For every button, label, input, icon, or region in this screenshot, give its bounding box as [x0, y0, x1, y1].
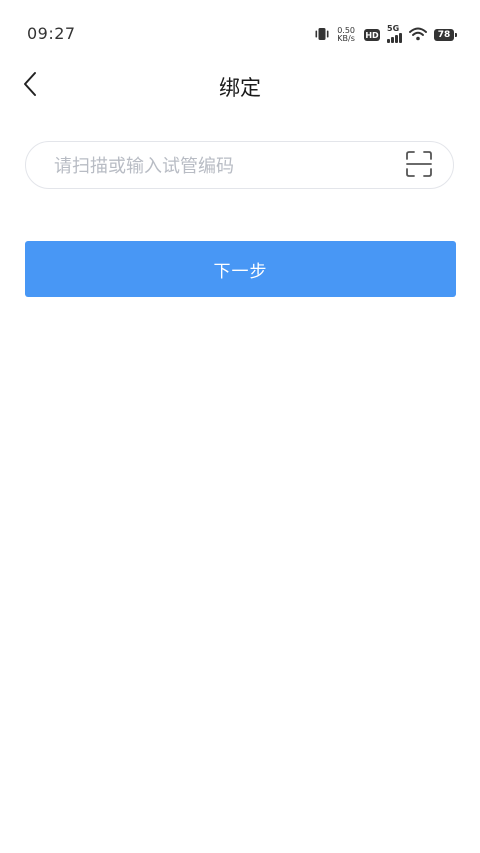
net-speed: 0.50 KB/s: [337, 27, 355, 43]
signal-bar: [395, 34, 398, 43]
vibrate-icon: [314, 26, 330, 45]
status-time: 09:27: [27, 24, 76, 43]
nav-bar: 绑定: [0, 62, 480, 110]
scan-button[interactable]: [405, 151, 433, 181]
net-speed-unit: KB/s: [337, 34, 355, 43]
tube-code-field: [25, 141, 454, 190]
page-title: 绑定: [219, 76, 261, 100]
status-bar: 09:27 0.50 KB/s HD 5G 78: [0, 0, 480, 70]
hd-icon: HD: [364, 29, 380, 41]
signal-icon: 5G: [387, 24, 402, 43]
tube-code-input[interactable]: [52, 142, 396, 190]
signal-bar: [391, 36, 394, 43]
next-step-button[interactable]: 下一步: [25, 241, 456, 297]
signal-bar: [387, 38, 390, 43]
network-type: 5G: [387, 23, 400, 33]
status-icons: 0.50 KB/s HD 5G 78: [314, 24, 457, 45]
scan-frame-icon: [406, 151, 432, 181]
wifi-icon: [409, 26, 427, 45]
signal-bar: [399, 32, 402, 43]
battery-icon: 78: [434, 29, 457, 41]
